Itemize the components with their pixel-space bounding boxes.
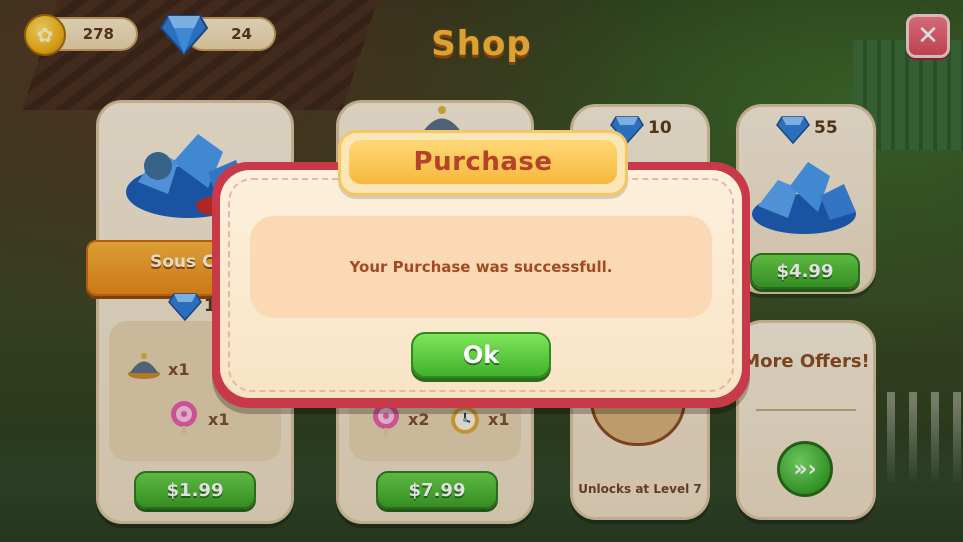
message-panel: Your Purchase was successfull. [250,216,712,318]
dialog-title-background: Purchase [349,140,617,184]
purchase-message: Your Purchase was successfull. [349,258,613,276]
purchase-dialog: Your Purchase was successfull. Ok [212,162,750,408]
dialog-title-tab: Purchase [338,130,628,196]
ok-label: Ok [462,341,500,369]
dialog-title: Purchase [413,147,553,177]
ok-button[interactable]: Ok [411,332,551,378]
